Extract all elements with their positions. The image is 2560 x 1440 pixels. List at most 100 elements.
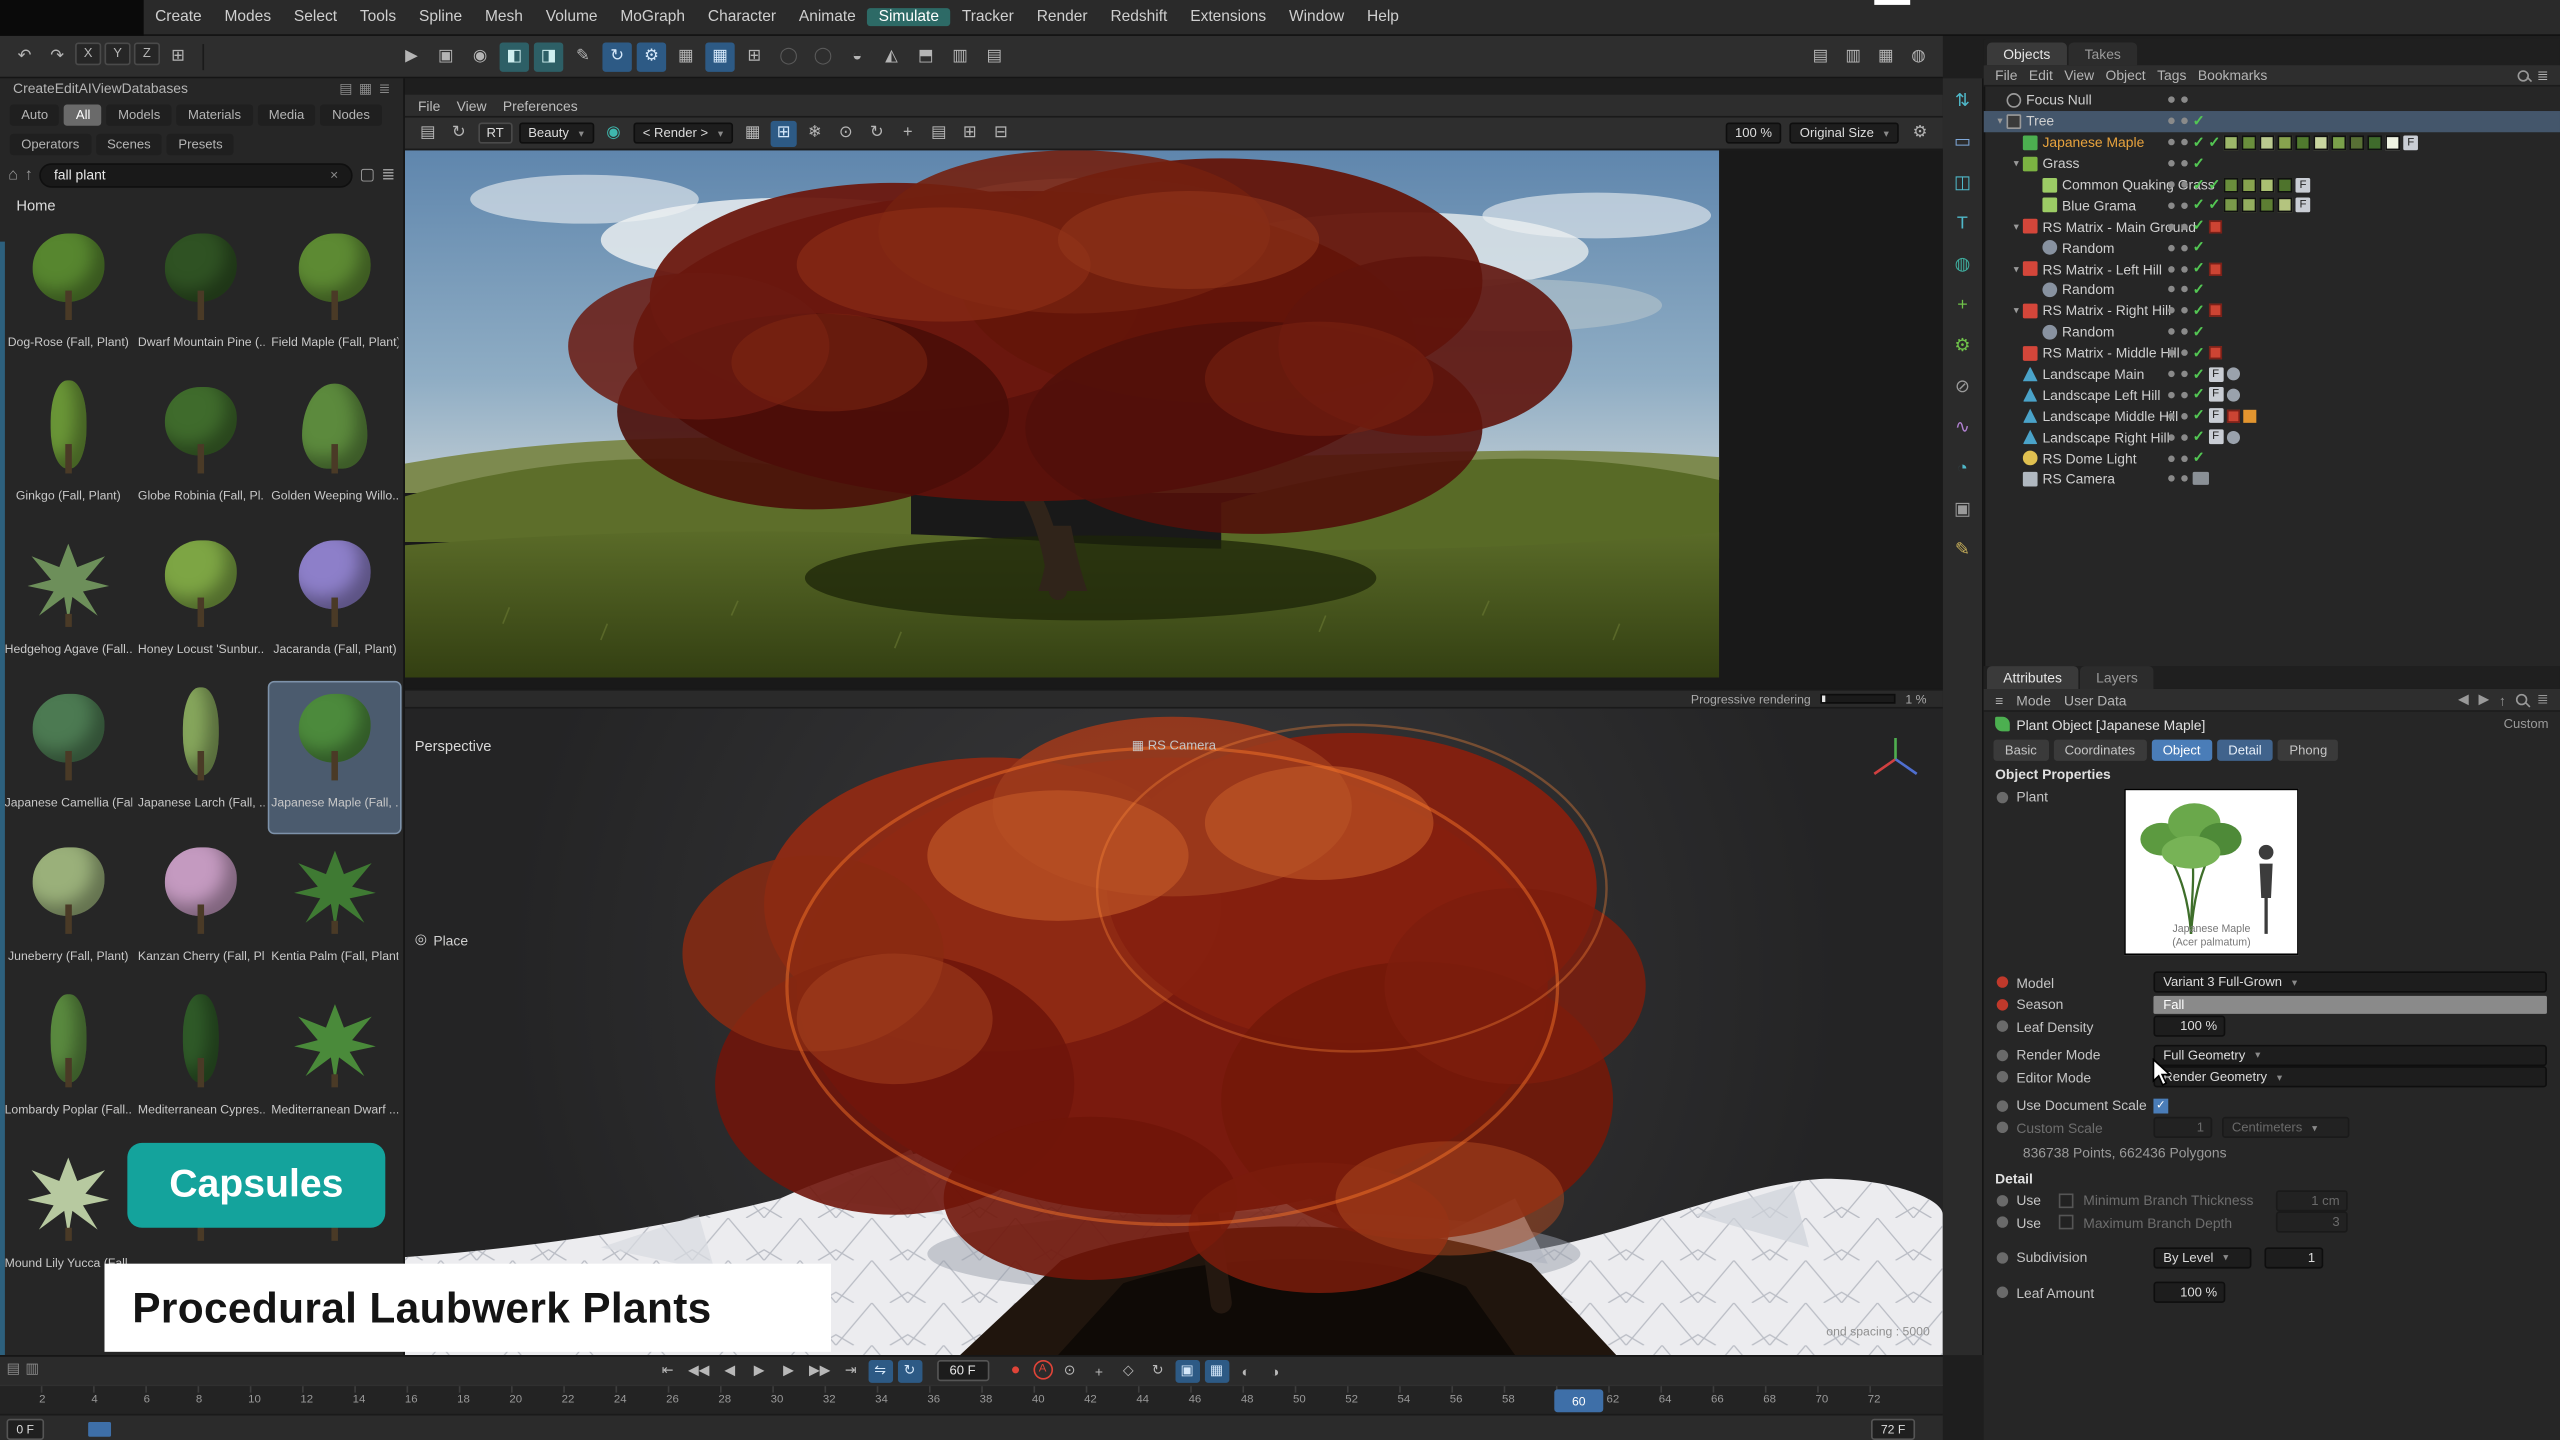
axis-lock-icon[interactable]: ◭ bbox=[877, 42, 906, 71]
expand-arrow[interactable]: ▾ bbox=[2010, 304, 2023, 317]
object-row-toggles[interactable]: ✓ bbox=[2167, 240, 2205, 255]
grid-overlay-icon[interactable]: ▦ bbox=[740, 120, 766, 146]
object-row-toggles[interactable]: ✓F bbox=[2167, 409, 2256, 424]
dual-screen-icon[interactable]: ▦ bbox=[1871, 42, 1900, 71]
home-icon[interactable]: ⌂ bbox=[8, 166, 18, 184]
asset-item[interactable]: Hedgehog Agave (Fall... bbox=[3, 529, 133, 679]
menu-item[interactable]: Character bbox=[696, 7, 787, 25]
asset-item[interactable]: Globe Robinia (Fall, Pl... bbox=[137, 376, 267, 526]
back-icon[interactable]: ◀ bbox=[2458, 691, 2469, 709]
forward-icon[interactable]: ▶ bbox=[2478, 691, 2489, 709]
layer-tool-icon[interactable]: ▤ bbox=[980, 42, 1009, 71]
om-menu-item[interactable]: View bbox=[2064, 67, 2094, 83]
object-row-toggles[interactable]: ✓ bbox=[2167, 324, 2205, 339]
menu-item[interactable]: Simulate bbox=[867, 7, 950, 25]
text-tool-icon[interactable]: T bbox=[1947, 207, 1978, 238]
reset-zoom-icon[interactable]: ↻ bbox=[864, 120, 890, 146]
object-row-toggles[interactable]: ✓ bbox=[2167, 282, 2205, 297]
tab-object[interactable]: Object bbox=[2151, 739, 2212, 760]
object-row[interactable]: ▾ Tree ✓ bbox=[1984, 111, 2560, 132]
asset-item[interactable]: Juneberry (Fall, Plant) bbox=[3, 836, 133, 986]
timeline-ruler[interactable]: 2468101214161820222426283032343638404244… bbox=[0, 1384, 1943, 1413]
menu-item[interactable]: Tracker bbox=[950, 7, 1025, 25]
asset-menu-item[interactable]: Databases bbox=[122, 80, 188, 96]
object-row-toggles[interactable]: ✓✓F bbox=[2167, 177, 2311, 192]
render-view-menu-item[interactable]: File bbox=[418, 97, 440, 113]
om-menu-item[interactable]: Object bbox=[2106, 67, 2146, 83]
render-view-menu-item[interactable]: Preferences bbox=[503, 97, 578, 113]
model-mode-icon[interactable]: ◧ bbox=[500, 42, 529, 71]
rec-scale-icon[interactable]: ◇ bbox=[1116, 1359, 1140, 1382]
subdivision-dropdown[interactable]: By Level bbox=[2153, 1247, 2251, 1268]
range-end-field[interactable]: 72 F bbox=[1871, 1419, 1915, 1440]
prev-key-icon[interactable]: ◀◀ bbox=[685, 1359, 713, 1382]
asset-tab[interactable]: Presets bbox=[167, 133, 234, 154]
asset-menu-item[interactable]: View bbox=[92, 80, 122, 96]
snap-grid-icon[interactable]: ▦ bbox=[705, 42, 734, 71]
render-settings-gear-icon[interactable]: ⚙ bbox=[1907, 120, 1933, 146]
tab-basic[interactable]: Basic bbox=[1993, 739, 2048, 760]
rec-parameter-icon[interactable]: ▣ bbox=[1175, 1359, 1199, 1382]
render-view-canvas[interactable] bbox=[405, 150, 1943, 689]
tab-layers[interactable]: Layers bbox=[2080, 666, 2154, 689]
timeline-mini-icon[interactable]: ▤ bbox=[7, 1360, 21, 1378]
y-axis-toggle[interactable]: Y bbox=[104, 42, 130, 65]
list-view-icon[interactable]: ≣ bbox=[379, 79, 391, 97]
asset-scrollbar[interactable] bbox=[0, 242, 5, 1355]
solo-off-icon[interactable]: ◐ bbox=[1234, 1359, 1258, 1382]
asset-menu-item[interactable]: Edit bbox=[55, 80, 79, 96]
asset-item[interactable]: Japanese Larch (Fall, ... bbox=[137, 682, 267, 832]
z-axis-toggle[interactable]: Z bbox=[134, 42, 160, 65]
disabled-icon-b[interactable]: ◯ bbox=[808, 42, 837, 71]
redo-icon[interactable]: ↷ bbox=[42, 42, 71, 71]
layout-monitor-icon[interactable]: ▤ bbox=[1806, 42, 1835, 71]
undo-icon[interactable]: ↶ bbox=[10, 42, 39, 71]
object-row-toggles[interactable]: ✓F bbox=[2167, 430, 2240, 445]
magnet-icon[interactable]: ◒ bbox=[842, 42, 871, 71]
interactive-render-icon[interactable]: ◉ bbox=[465, 42, 494, 71]
record-icon[interactable]: ● bbox=[1003, 1359, 1027, 1382]
tab-phong[interactable]: Phong bbox=[2278, 739, 2339, 760]
goto-end-icon[interactable]: ⇥ bbox=[838, 1359, 862, 1382]
range-marker[interactable] bbox=[88, 1422, 111, 1437]
grid-icon[interactable]: ▦ bbox=[671, 42, 700, 71]
object-row[interactable]: ▾ Grass ✓ bbox=[1984, 153, 2560, 174]
asset-item[interactable]: Ginkgo (Fall, Plant) bbox=[3, 376, 133, 526]
current-frame-field[interactable]: 60 F bbox=[936, 1360, 988, 1381]
menu-item[interactable]: Redshift bbox=[1099, 7, 1179, 25]
refresh-render-icon[interactable]: ↻ bbox=[446, 120, 472, 146]
menu-item[interactable]: MoGraph bbox=[609, 7, 697, 25]
compare-a-icon[interactable]: ⊞ bbox=[957, 120, 983, 146]
object-mode-icon[interactable]: ◨ bbox=[534, 42, 563, 71]
manager-tab[interactable]: Takes bbox=[2068, 42, 2137, 65]
object-row-toggles[interactable]: ✓F bbox=[2167, 367, 2240, 382]
asset-item[interactable]: Lombardy Poplar (Fall... bbox=[3, 989, 133, 1139]
x-axis-toggle[interactable]: X bbox=[75, 42, 101, 65]
season-dropdown[interactable]: Fall bbox=[2153, 996, 2546, 1014]
cache-icon[interactable]: ⚙ bbox=[637, 42, 666, 71]
tab-attributes[interactable]: Attributes bbox=[1987, 666, 2078, 689]
asset-item[interactable]: Mediterranean Cypres... bbox=[137, 989, 267, 1139]
search-icon[interactable] bbox=[2516, 694, 2527, 705]
asset-tab[interactable]: Operators bbox=[10, 133, 91, 154]
object-row[interactable]: RS Camera bbox=[1984, 469, 2560, 490]
object-row-toggles[interactable]: ✓✓F bbox=[2167, 198, 2311, 213]
min-branch-checkbox[interactable] bbox=[2059, 1193, 2074, 1208]
anim-dot[interactable] bbox=[1997, 1287, 2008, 1298]
expand-arrow[interactable]: ▾ bbox=[2010, 262, 2023, 275]
object-row-toggles[interactable]: ✓ bbox=[2167, 303, 2222, 318]
object-row-toggles[interactable]: ✓ bbox=[2167, 261, 2222, 276]
object-row-toggles[interactable]: ✓F bbox=[2167, 388, 2240, 403]
filter-button[interactable]: Media bbox=[257, 104, 315, 125]
up-icon[interactable]: ↑ bbox=[25, 166, 33, 184]
tab-detail[interactable]: Detail bbox=[2217, 739, 2273, 760]
object-row[interactable]: Random ✓ bbox=[1984, 321, 2560, 342]
rt-button[interactable]: RT bbox=[478, 122, 512, 143]
lock-panel-icon[interactable]: ≣ bbox=[2537, 691, 2549, 709]
user-data-menu[interactable]: User Data bbox=[2064, 691, 2126, 707]
clear-search-icon[interactable]: × bbox=[330, 167, 338, 183]
prev-frame-icon[interactable]: ◀ bbox=[718, 1359, 742, 1382]
save-image-icon[interactable]: ▤ bbox=[415, 120, 441, 146]
object-row[interactable]: Landscape Right Hill ✓F bbox=[1984, 427, 2560, 448]
asset-menu-item[interactable]: AI bbox=[79, 80, 92, 96]
